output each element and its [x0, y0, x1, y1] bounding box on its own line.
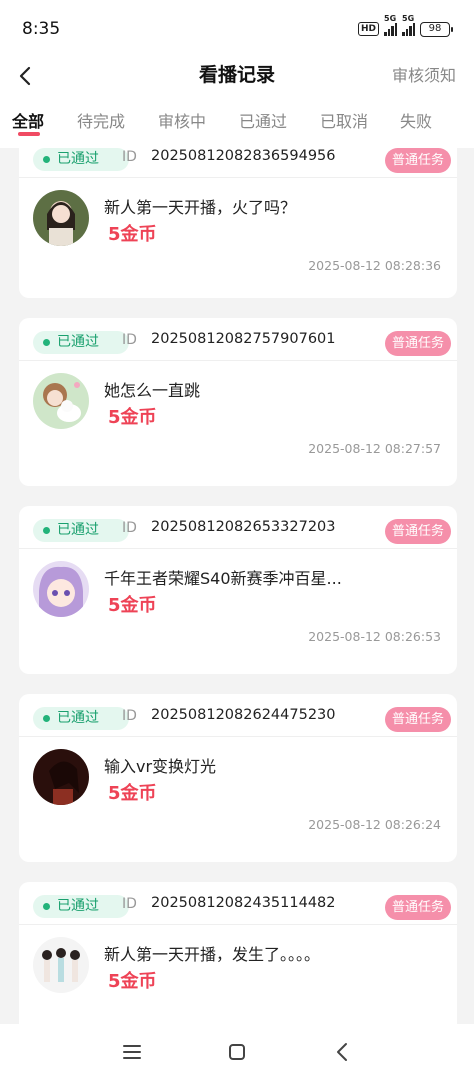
status-badge: 已通过 — [33, 707, 129, 730]
record-card-header: 已通过 ID 20250812082836594956 普通任务 — [19, 148, 457, 178]
avatar — [33, 190, 89, 246]
signal-icon: 5G — [384, 14, 397, 36]
record-card[interactable]: 已通过 ID 20250812082435114482 普通任务 新人第一天开播… — [19, 882, 457, 1024]
record-card[interactable]: 已通过 ID 20250812082624475230 普通任务 输入vr变换灯… — [19, 694, 457, 862]
id-label: ID — [122, 520, 137, 536]
tab-reviewing[interactable]: 审核中 — [158, 108, 206, 132]
record-card[interactable]: 已通过 ID 20250812082653327203 普通任务 千年王者荣耀S… — [19, 506, 457, 674]
record-card-header: 已通过 ID 20250812082653327203 普通任务 — [19, 506, 457, 549]
task-type-tag: 普通任务 — [384, 148, 451, 173]
nav-back-button[interactable] — [328, 1038, 356, 1066]
record-card-header: 已通过 ID 20250812082757907601 普通任务 — [19, 318, 457, 361]
record-id: 20250812082836594956 — [151, 148, 336, 164]
reward-amount: 5金币 — [108, 971, 157, 992]
status-badge: 已通过 — [33, 519, 129, 542]
status-badge: 已通过 — [33, 895, 129, 918]
avatar — [33, 749, 89, 805]
record-card-header: 已通过 ID 20250812082435114482 普通任务 — [19, 882, 457, 925]
record-time: 2025-08-12 08:26:53 — [308, 629, 441, 644]
avatar — [33, 373, 89, 429]
status-time: 8:35 — [22, 19, 61, 39]
reward-amount: 5金币 — [108, 595, 157, 616]
back-icon — [337, 1043, 347, 1061]
id-label: ID — [122, 332, 137, 348]
id-label: ID — [122, 708, 137, 724]
signal-icon-2: 5G — [402, 14, 415, 36]
status-badge: 已通过 — [33, 331, 129, 354]
status-icons: HD 5G 5G 98 — [357, 14, 453, 38]
task-type-tag: 普通任务 — [384, 519, 451, 544]
tab-indicator — [18, 132, 40, 136]
task-type-tag: 普通任务 — [384, 895, 451, 920]
tab-passed[interactable]: 已通过 — [239, 108, 287, 132]
reward-amount: 5金币 — [108, 783, 157, 804]
id-label: ID — [122, 896, 137, 912]
tab-cancelled[interactable]: 已取消 — [320, 108, 368, 132]
hd-indicator: HD — [357, 22, 379, 36]
reward-amount: 5金币 — [108, 224, 157, 245]
menu-icon — [123, 1045, 141, 1059]
tab-pending[interactable]: 待完成 — [77, 108, 125, 132]
reward-amount: 5金币 — [108, 407, 157, 428]
status-bar: 8:35 HD 5G 5G 98 — [0, 0, 474, 56]
live-title: 她怎么一直跳 — [104, 381, 201, 400]
signal-label: 5G — [384, 14, 397, 23]
record-id: 20250812082435114482 — [151, 895, 336, 911]
avatar — [33, 561, 89, 617]
record-id: 20250812082653327203 — [151, 519, 336, 535]
menu-button[interactable] — [118, 1038, 146, 1066]
live-title: 新人第一天开播，火了吗？ — [104, 198, 297, 217]
live-title: 输入vr变换灯光 — [104, 757, 217, 776]
home-button[interactable] — [223, 1038, 251, 1066]
record-id: 20250812082757907601 — [151, 331, 336, 347]
tab-all[interactable]: 全部 — [12, 108, 44, 132]
status-badge: 已通过 — [33, 148, 129, 171]
record-time: 2025-08-12 08:28:36 — [308, 258, 441, 273]
record-card[interactable]: 已通过 ID 20250812082757907601 普通任务 她怎么一直跳 … — [19, 318, 457, 486]
record-time: 2025-08-12 08:27:57 — [308, 441, 441, 456]
record-id: 20250812082624475230 — [151, 707, 336, 723]
system-nav-bar — [0, 1024, 474, 1080]
signal-label-2: 5G — [402, 14, 415, 23]
tab-failed[interactable]: 失败 — [400, 108, 432, 132]
status-tabs: 全部 待完成 审核中 已通过 已取消 失败 — [0, 100, 474, 148]
task-type-tag: 普通任务 — [384, 331, 451, 356]
id-label: ID — [122, 149, 137, 165]
avatar — [33, 937, 89, 993]
app-header: 看播记录 审核须知 — [0, 56, 474, 100]
battery-icon: 98 — [420, 21, 453, 37]
home-icon — [229, 1044, 245, 1060]
record-card-header: 已通过 ID 20250812082624475230 普通任务 — [19, 694, 457, 737]
review-notice-link[interactable]: 审核须知 — [392, 62, 456, 86]
record-time: 2025-08-12 08:26:24 — [308, 817, 441, 832]
record-list[interactable]: 已通过 ID 20250812082836594956 普通任务 新人第一天开播… — [0, 148, 474, 1024]
live-title: 千年王者荣耀S40新赛季冲百星... — [104, 569, 342, 588]
live-title: 新人第一天开播，发生了。。。。 — [104, 945, 321, 964]
record-card[interactable]: 已通过 ID 20250812082836594956 普通任务 新人第一天开播… — [19, 148, 457, 298]
task-type-tag: 普通任务 — [384, 707, 451, 732]
